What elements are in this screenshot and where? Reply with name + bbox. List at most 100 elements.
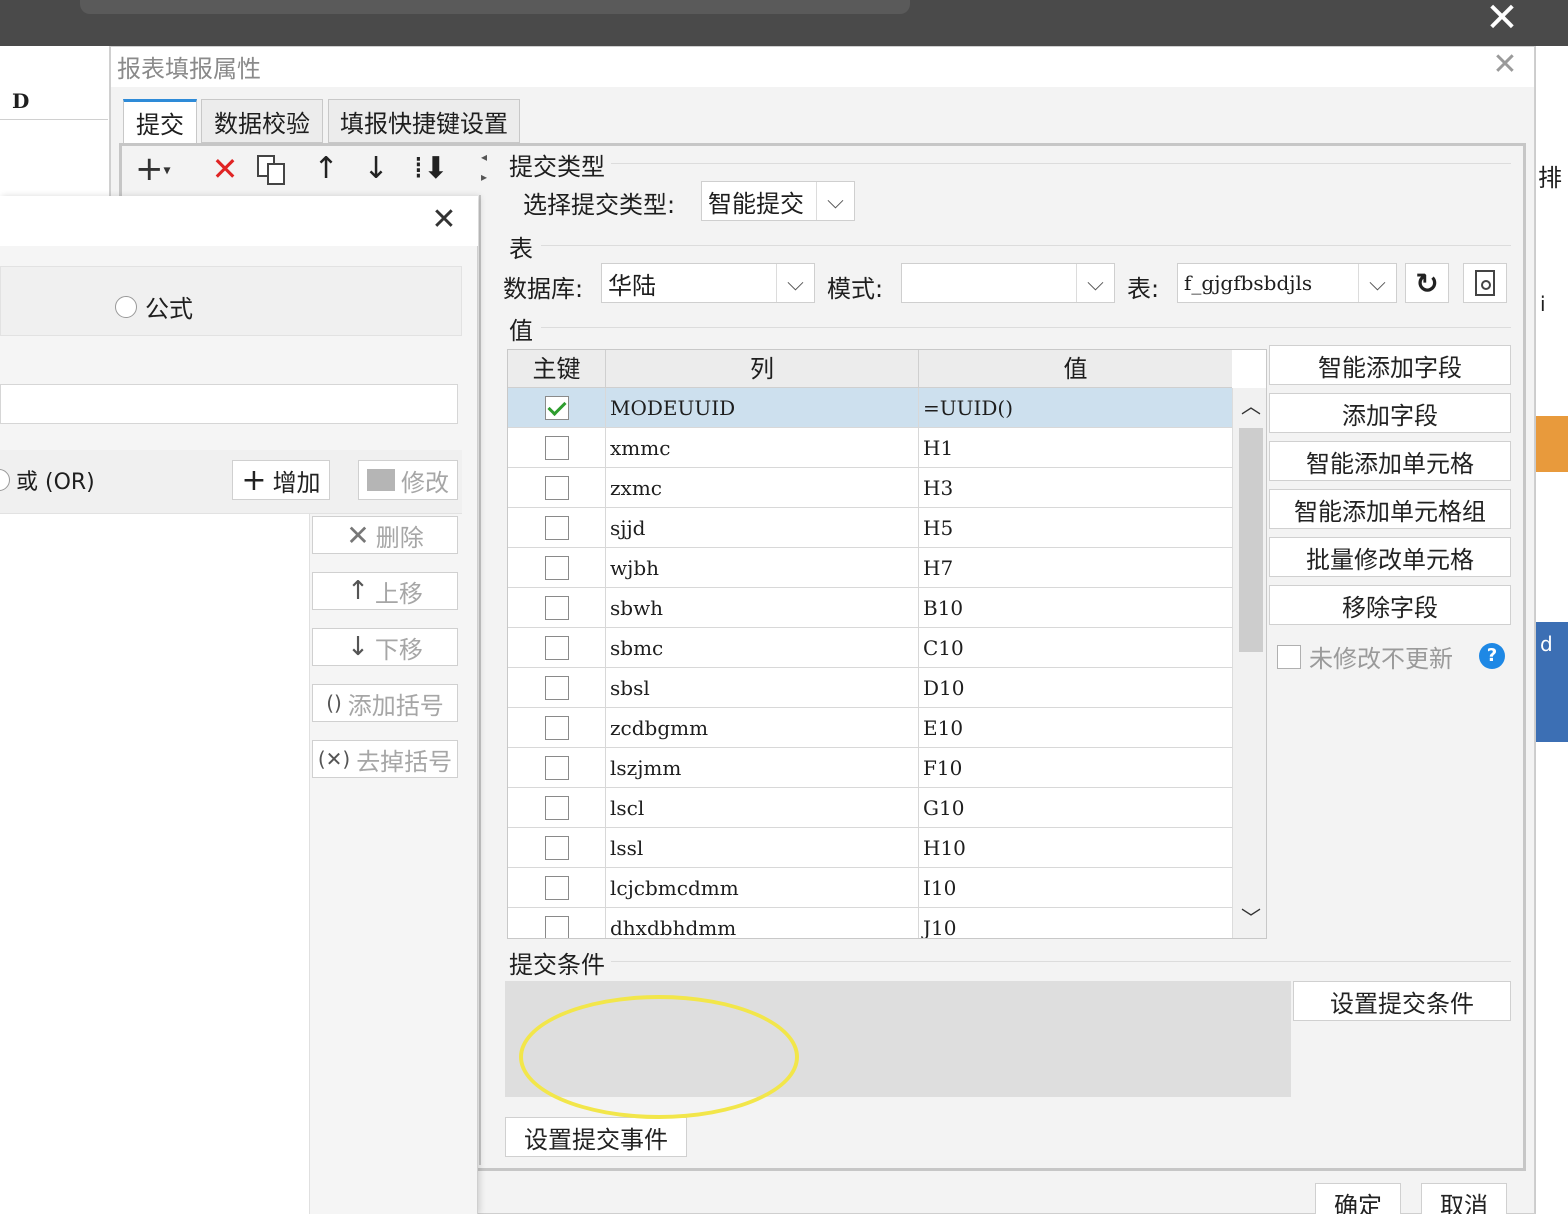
chevron-down-icon: ⌵ xyxy=(816,182,854,220)
condition-input[interactable] xyxy=(0,384,458,424)
tab-label: 填报快捷键设置 xyxy=(340,109,508,138)
batch-modify-cell-button[interactable]: 批量修改单元格 xyxy=(1269,537,1511,577)
app-search-box[interactable] xyxy=(80,0,910,14)
pk-checkbox[interactable] xyxy=(544,515,569,540)
or-radio[interactable]: 或 (OR) xyxy=(0,464,95,496)
ok-button[interactable]: 确定 xyxy=(1315,1183,1401,1214)
table-row[interactable]: lscl G10 xyxy=(508,788,1232,828)
pk-checkbox[interactable] xyxy=(544,835,569,860)
close-icon[interactable]: ✕ xyxy=(1484,0,1520,38)
pk-checkbox[interactable] xyxy=(544,635,569,660)
cancel-button[interactable]: 取消 xyxy=(1421,1183,1507,1214)
value-cell: =UUID() xyxy=(923,395,1014,420)
bracket-icon: () xyxy=(326,691,342,715)
table-row[interactable]: MODEUUID =UUID() xyxy=(508,388,1232,428)
plus-icon: + xyxy=(241,462,267,498)
move-up-icon[interactable]: ↑ xyxy=(309,149,343,189)
move-up-condition-button[interactable]: ↑ 上移 xyxy=(312,572,458,610)
table-row[interactable]: sjjd H5 xyxy=(508,508,1232,548)
pk-checkbox[interactable] xyxy=(544,435,569,460)
splitter-arrows-icon[interactable]: ◂ ▸ xyxy=(481,147,493,187)
move-down-condition-button[interactable]: ↓ 下移 xyxy=(312,628,458,666)
delete-icon[interactable]: ✕ xyxy=(205,149,245,189)
table-row[interactable]: zcdbgmm E10 xyxy=(508,708,1232,748)
value-cell: F10 xyxy=(923,755,963,780)
pk-checkbox[interactable] xyxy=(544,915,569,938)
checkbox[interactable] xyxy=(1277,644,1301,669)
delete-label: 删除 xyxy=(375,523,424,552)
table-value: f_gjgfbsbdjls xyxy=(1184,271,1313,295)
smart-add-cell-button[interactable]: 智能添加单元格 xyxy=(1269,441,1511,481)
table-row[interactable]: zxmc H3 xyxy=(508,468,1232,508)
submit-type-select[interactable]: 智能提交 ⌵ xyxy=(701,181,855,221)
tab-submit[interactable]: 提交 xyxy=(123,99,197,143)
table-row[interactable]: sbwh B10 xyxy=(508,588,1232,628)
dialog-close-icon[interactable]: ✕ xyxy=(1487,47,1523,83)
modify-icon xyxy=(367,469,395,491)
header-value: 值 xyxy=(1063,355,1088,383)
no-update-label: 未修改不更新 xyxy=(1309,645,1453,673)
smart-add-cell-group-button[interactable]: 智能添加单元格组 xyxy=(1269,489,1511,529)
table-row[interactable]: lcjcbmcdmm I10 xyxy=(508,868,1232,908)
help-icon[interactable]: ? xyxy=(1479,643,1505,669)
scroll-down-icon[interactable]: ﹀ xyxy=(1233,900,1266,936)
set-submit-condition-button[interactable]: 设置提交条件 xyxy=(1293,981,1511,1021)
sub-dialog-close-icon[interactable]: ✕ xyxy=(426,202,462,238)
remove-bracket-icon: (✕) xyxy=(317,747,351,771)
radio-button[interactable] xyxy=(0,469,10,491)
formula-radio[interactable]: 公式 xyxy=(115,289,193,324)
table-row[interactable]: dhxdbhdmm J10 xyxy=(508,908,1232,939)
sort-icon[interactable]: ⁞⬇ xyxy=(411,149,451,189)
add-bracket-button[interactable]: () 添加括号 xyxy=(312,684,458,722)
move-down-icon[interactable]: ↓ xyxy=(359,149,393,189)
database-select[interactable]: 华陆 ⌵ xyxy=(601,263,815,303)
value-cell: J10 xyxy=(923,915,957,939)
pk-checkbox[interactable] xyxy=(544,795,569,820)
preview-table-button[interactable] xyxy=(1463,263,1507,303)
copy-icon[interactable] xyxy=(255,153,289,187)
schema-select[interactable]: ⌵ xyxy=(901,263,1115,303)
table-select[interactable]: f_gjgfbsbdjls ⌵ xyxy=(1177,263,1397,303)
tab-data-validation[interactable]: 数据校验 xyxy=(201,99,323,143)
remove-field-button[interactable]: 移除字段 xyxy=(1269,585,1511,625)
remove-bracket-button[interactable]: (✕) 去掉括号 xyxy=(312,740,458,778)
pk-checkbox[interactable] xyxy=(544,475,569,500)
add-bracket-label: 添加括号 xyxy=(347,691,444,720)
modify-condition-button[interactable]: 修改 xyxy=(358,460,458,500)
delete-condition-button[interactable]: ✕ 删除 xyxy=(312,516,458,554)
pk-checkbox[interactable] xyxy=(544,675,569,700)
smart-add-field-button[interactable]: 智能添加字段 xyxy=(1269,345,1511,385)
refresh-button[interactable]: ↻ xyxy=(1405,263,1449,303)
table-row[interactable]: wjbh H7 xyxy=(508,548,1232,588)
scrollbar-thumb[interactable] xyxy=(1239,428,1263,652)
edge-orange-block xyxy=(1536,416,1568,472)
add-condition-button[interactable]: + 增加 xyxy=(232,460,330,500)
add-field-button[interactable]: 添加字段 xyxy=(1269,393,1511,433)
add-dropdown-icon[interactable]: +▾ xyxy=(135,149,181,189)
table-row[interactable]: sbmc C10 xyxy=(508,628,1232,668)
pk-checkbox[interactable] xyxy=(544,715,569,740)
scroll-up-icon[interactable]: ︿ xyxy=(1233,388,1266,424)
delete-icon: ✕ xyxy=(346,518,370,552)
table-row[interactable]: lssl H10 xyxy=(508,828,1232,868)
pk-checkbox[interactable] xyxy=(544,555,569,580)
column-cell: lcjcbmcdmm xyxy=(606,868,919,907)
table-row[interactable]: sbsl D10 xyxy=(508,668,1232,708)
set-submit-event-button[interactable]: 设置提交事件 xyxy=(505,1117,687,1157)
table-row[interactable]: xmmc H1 xyxy=(508,428,1232,468)
tab-fill-shortcut-settings[interactable]: 填报快捷键设置 xyxy=(328,99,520,143)
pk-checkbox[interactable] xyxy=(544,595,569,620)
grid-scrollbar[interactable]: ︿ ﹀ xyxy=(1232,388,1266,938)
no-update-unmodified-checkbox[interactable]: 未修改不更新 xyxy=(1277,639,1453,674)
radio-button[interactable] xyxy=(115,295,137,318)
value-cell: H1 xyxy=(923,435,954,460)
pk-checkbox[interactable] xyxy=(544,755,569,780)
condition-list[interactable] xyxy=(0,514,310,1214)
table-row[interactable]: lszjmm F10 xyxy=(508,748,1232,788)
app-top-bar: ✕ xyxy=(0,0,1568,46)
field-grid: 主键 列 值 MODEUUID =UUID() xmmc H1 zxmc H3 sjj… xyxy=(507,349,1267,939)
pk-checkbox[interactable] xyxy=(544,875,569,900)
section-divider xyxy=(611,163,1511,164)
column-cell: zcdbgmm xyxy=(606,708,919,747)
pk-checkbox[interactable] xyxy=(544,395,569,420)
